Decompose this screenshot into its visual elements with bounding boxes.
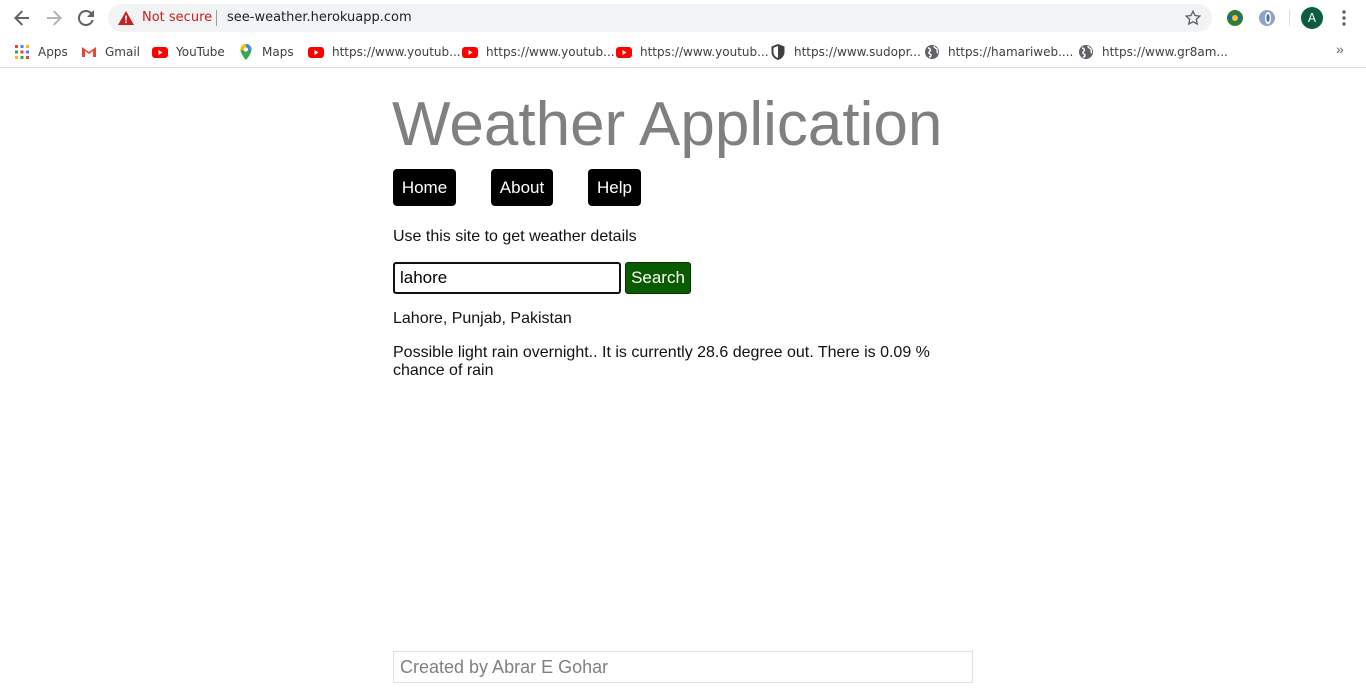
apps-grid-icon (15, 45, 29, 59)
extension-globe-icon[interactable] (1225, 8, 1245, 28)
footer-credit: Created by Abrar E Gohar (393, 651, 973, 683)
youtube-icon (616, 47, 632, 58)
bookmark-label: https://www.gr8am... (1102, 45, 1228, 59)
security-label[interactable]: Not secure (142, 10, 212, 25)
bookmark-label: YouTube (176, 45, 225, 59)
page-title: Weather Application (392, 90, 943, 159)
omnibox-divider (216, 10, 217, 26)
search-button[interactable]: Search (625, 262, 691, 294)
globe-icon (1079, 45, 1093, 59)
globe-icon (925, 45, 939, 59)
bookmark-apps[interactable]: Apps (14, 42, 68, 62)
bookmark-youtube-link-3[interactable]: https://www.youtub... (616, 42, 769, 62)
bookmark-label: Gmail (105, 45, 141, 59)
shield-icon (771, 44, 785, 60)
location-search-input[interactable] (393, 262, 621, 294)
bookmark-label: Maps (262, 45, 294, 59)
extension-lens-icon[interactable] (1257, 8, 1277, 28)
bookmark-label: https://www.youtub... (332, 45, 461, 59)
forecast-result: Possible light rain overnight.. It is cu… (393, 344, 930, 379)
arrow-left-icon (14, 10, 29, 26)
bookmark-label: Apps (38, 45, 68, 59)
page-content: Weather Application Home About Help Use … (0, 69, 1366, 694)
bookmark-youtube[interactable]: YouTube (152, 42, 225, 62)
bookmark-gmail[interactable]: Gmail (81, 42, 140, 62)
nav-about-button[interactable]: About (491, 169, 553, 206)
youtube-icon (308, 47, 324, 58)
tagline-text: Use this site to get weather details (393, 228, 637, 245)
bookmark-maps[interactable]: Maps (238, 42, 294, 62)
location-result: Lahore, Punjab, Pakistan (393, 310, 572, 327)
bookmark-youtube-link-1[interactable]: https://www.youtub... (308, 42, 461, 62)
more-vert-icon[interactable] (1336, 8, 1352, 28)
bookmark-label: https://hamariweb.... (948, 45, 1074, 59)
bookmark-label: https://www.youtub... (486, 45, 615, 59)
gmail-icon (82, 47, 96, 57)
bookmark-label: https://www.youtub... (640, 45, 769, 59)
more-bookmarks-chevron-icon[interactable]: » (1336, 41, 1344, 57)
nav-help-button[interactable]: Help (588, 169, 641, 206)
warning-icon (118, 11, 134, 25)
bookmarks-bar: Apps Gmail YouTube Maps https://www.yout… (0, 36, 1366, 68)
forward-button[interactable] (42, 6, 66, 30)
youtube-icon (152, 47, 168, 58)
bookmark-sudopr[interactable]: https://www.sudopr... (770, 42, 921, 62)
bookmark-youtube-link-2[interactable]: https://www.youtub... (462, 42, 615, 62)
star-icon[interactable] (1184, 9, 1202, 27)
browser-toolbar: Not secure see-weather.herokuapp.com A (0, 0, 1366, 36)
nav-home-button[interactable]: Home (393, 169, 456, 206)
toolbar-divider (1289, 10, 1290, 26)
reload-button[interactable] (74, 6, 98, 30)
address-bar[interactable]: Not secure see-weather.herokuapp.com (108, 4, 1212, 32)
back-button[interactable] (10, 6, 34, 30)
maps-pin-icon (240, 44, 252, 60)
bookmark-gr8am[interactable]: https://www.gr8am... (1078, 42, 1228, 62)
url-text[interactable]: see-weather.herokuapp.com (227, 10, 412, 25)
profile-avatar[interactable]: A (1301, 7, 1323, 29)
bookmark-hamariweb[interactable]: https://hamariweb.... (924, 42, 1073, 62)
youtube-icon (462, 47, 478, 58)
arrow-right-icon (47, 10, 62, 26)
bookmark-label: https://www.sudopr... (794, 45, 921, 59)
reload-icon (78, 10, 94, 26)
